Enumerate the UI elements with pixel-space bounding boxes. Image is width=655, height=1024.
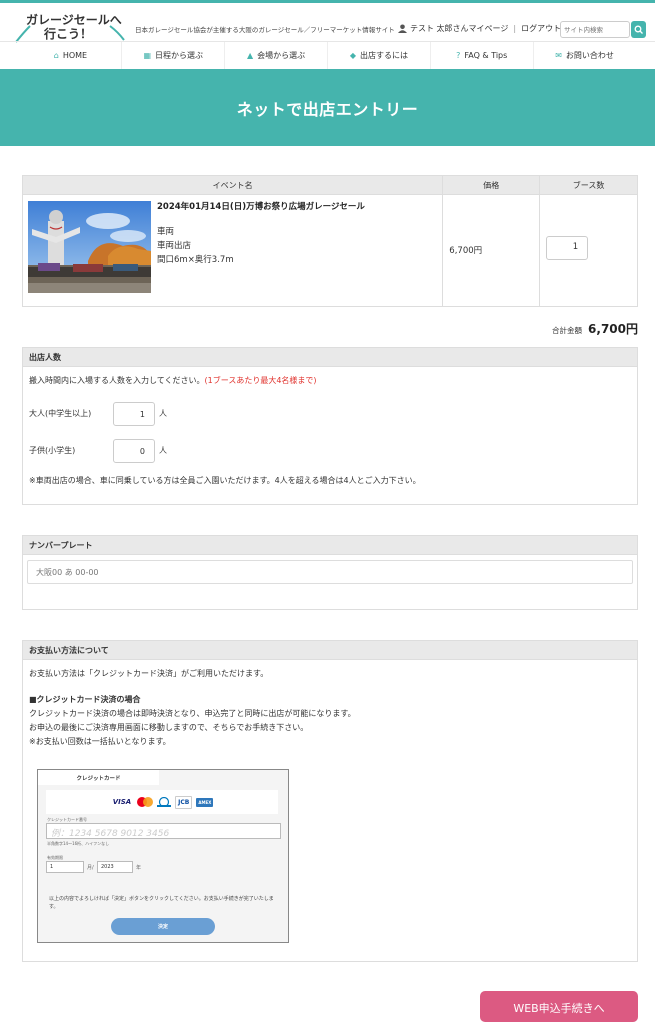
nav-label: お問い合わせ bbox=[565, 51, 614, 60]
panel-title: お支払い方法について bbox=[23, 641, 637, 660]
cc-tab: クレジットカード bbox=[38, 770, 159, 785]
cc-month-unit: 月/ bbox=[87, 865, 94, 871]
child-count-input[interactable]: 0 bbox=[113, 439, 155, 463]
nav-schedule[interactable]: ▦ 日程から選ぶ bbox=[121, 42, 224, 69]
home-icon: ⌂ bbox=[53, 51, 59, 60]
event-photo bbox=[28, 201, 151, 293]
intro-text: 搬入時間内に入場する人数を入力してください。 bbox=[29, 376, 205, 385]
page-hero: ネットで出店エントリー bbox=[0, 69, 655, 146]
nav-label: 出店するには bbox=[359, 51, 408, 60]
event-title: 2024年01月14日(日)万博お祭り広場ガレージセール bbox=[157, 202, 365, 212]
mypage-link[interactable]: テスト 太郎さんマイページ bbox=[410, 23, 508, 34]
site-search-input[interactable] bbox=[560, 21, 630, 38]
unit-label: 人 bbox=[159, 446, 167, 455]
number-plate-input[interactable]: 大阪00 あ 00-00 bbox=[27, 560, 633, 584]
cc-year-unit: 年 bbox=[136, 865, 142, 871]
col-header-booths: ブース数 bbox=[539, 175, 638, 195]
payment-line: お支払い方法は「クレジットカード決済」がご利用いただけます。 bbox=[29, 669, 269, 678]
cc-month-select: 1 bbox=[46, 861, 84, 873]
plate-panel: ナンバープレート 大阪00 あ 00-00 bbox=[22, 535, 638, 610]
user-icon bbox=[398, 24, 407, 33]
col-header-event: イベント名 bbox=[21, 175, 444, 195]
site-header: ガレージセールへ 行こう！ 日本ガレージセール協会が主催する大阪のガレージセール… bbox=[0, 3, 655, 43]
web-application-button[interactable]: WEB申込手続きへ bbox=[480, 991, 638, 1022]
mail-icon: ✉ bbox=[555, 51, 562, 60]
calendar-icon: ▦ bbox=[143, 51, 152, 60]
total-amount: 合計金額 6,700円 bbox=[552, 320, 638, 337]
search-icon bbox=[634, 25, 643, 34]
divider: | bbox=[513, 24, 517, 33]
panel-title: 出店人数 bbox=[23, 348, 637, 367]
panel-title: ナンバープレート bbox=[23, 536, 637, 555]
adult-count-input[interactable]: 1 bbox=[113, 402, 155, 426]
cc-submit-button: 決定 bbox=[111, 918, 215, 935]
event-detail: 車両 bbox=[157, 227, 175, 237]
people-panel: 出店人数 搬入時間内に入場する人数を入力してください。(1ブースあたり最大4名様… bbox=[22, 347, 638, 505]
event-info: 2024年01月14日(日)万博お祭り広場ガレージセール 車両 車両出店 間口6… bbox=[157, 200, 365, 300]
event-photo-image bbox=[28, 201, 151, 293]
question-icon: ? bbox=[456, 51, 461, 60]
user-menu: テスト 太郎さんマイページ | ログアウト bbox=[398, 23, 561, 34]
total-value: 6,700円 bbox=[588, 322, 638, 336]
visa-logo: VISA bbox=[112, 798, 132, 806]
nav-label: 会場から選ぶ bbox=[257, 51, 306, 60]
child-row: 子供(小学生) 0 人 bbox=[29, 439, 631, 463]
site-tagline: 日本ガレージセール協会が主催する大阪のガレージセール／フリーマーケット情報サイト bbox=[135, 26, 395, 34]
payment-subhead: ■クレジットカード決済の場合 bbox=[29, 695, 141, 704]
booth-quantity-input[interactable]: 1 bbox=[546, 236, 589, 260]
cc-number-hint: 半角数字14〜16桁、ハイフンなし bbox=[47, 841, 110, 846]
amex-logo: AMEX bbox=[196, 797, 214, 807]
payment-line: クレジットカード決済の場合は即時決済となり、申込完了と同時に出店が可能になります… bbox=[29, 709, 356, 718]
main-nav: ⌂ HOME ▦ 日程から選ぶ ▲ 会場から選ぶ ◆ 出店するには ? FAQ & Tip… bbox=[0, 41, 655, 69]
logo-text-line2: 行こう！ bbox=[44, 27, 93, 41]
tag-icon: ◆ bbox=[349, 51, 356, 60]
building-icon: ▲ bbox=[246, 51, 254, 60]
cart-table: イベント名 価格 ブース数 2024年01月14日(日)万博お祭り広場ガレージセ… bbox=[21, 175, 638, 307]
nav-contact[interactable]: ✉ お問い合わせ bbox=[532, 42, 636, 69]
event-detail: 車両出店 bbox=[157, 241, 192, 251]
payment-panel: お支払い方法について お支払い方法は「クレジットカード決済」がご利用いただけます… bbox=[22, 640, 638, 962]
credit-card-form-preview: クレジットカード VISA JCB AMEX クレジットカード番号 例：1234… bbox=[37, 769, 289, 943]
adult-label: 大人(中学生以上) bbox=[29, 409, 92, 418]
people-note: ※車両出店の場合、車に同乗している方は全員ご入園いただけます。4人を超える場合は… bbox=[29, 476, 421, 485]
nav-home[interactable]: ⌂ HOME bbox=[20, 42, 122, 69]
intro-limit-note: (1ブースあたり最大4名様まで) bbox=[204, 376, 317, 385]
payment-line: お申込の最後にご決済専用画面に移動しますので、そちらでお手続き下さい。 bbox=[29, 723, 309, 732]
unit-label: 人 bbox=[159, 409, 167, 418]
people-intro: 搬入時間内に入場する人数を入力してください。(1ブースあたり最大4名様まで) bbox=[29, 374, 631, 388]
payment-line: ※お支払い回数は一括払いとなります。 bbox=[29, 737, 171, 746]
event-cell: 2024年01月14日(日)万博お祭り広場ガレージセール 車両 車両出店 間口6… bbox=[21, 194, 444, 307]
cc-number-input: 例：1234 5678 9012 3456 bbox=[46, 823, 281, 839]
col-header-price: 価格 bbox=[442, 175, 541, 195]
nav-venue[interactable]: ▲ 会場から選ぶ bbox=[224, 42, 327, 69]
nav-faq[interactable]: ? FAQ & Tips bbox=[429, 42, 533, 69]
price-cell: 6,700円 bbox=[442, 194, 541, 307]
nav-exhibit[interactable]: ◆ 出店するには bbox=[326, 42, 430, 69]
mastercard-logo bbox=[137, 797, 154, 807]
booths-cell: 1 bbox=[539, 194, 638, 307]
nav-label: 日程から選ぶ bbox=[155, 51, 204, 60]
child-label: 子供(小学生) bbox=[29, 446, 76, 455]
site-logo[interactable]: ガレージセールへ 行こう！ bbox=[14, 11, 126, 43]
diners-logo bbox=[157, 797, 172, 807]
page-title: ネットで出店エントリー bbox=[236, 99, 419, 119]
search-button[interactable] bbox=[631, 21, 646, 38]
adult-row: 大人(中学生以上) 1 人 bbox=[29, 402, 631, 426]
cc-year-select: 2023 bbox=[97, 861, 133, 873]
table-row: 2024年01月14日(日)万博お祭り広場ガレージセール 車両 車両出店 間口6… bbox=[21, 194, 638, 307]
logout-link[interactable]: ログアウト bbox=[521, 23, 561, 34]
card-brand-logos: VISA JCB AMEX bbox=[46, 790, 278, 814]
jcb-logo: JCB bbox=[175, 795, 193, 809]
nav-label: FAQ & Tips bbox=[464, 51, 508, 60]
total-label: 合計金額 bbox=[552, 326, 583, 335]
nav-label: HOME bbox=[62, 51, 88, 60]
cc-note: 以上の内容でよろしければ「決定」ボタンをクリックしてください。お支払い手続きが完… bbox=[49, 896, 274, 910]
event-detail: 間口6m×奥行3.7m bbox=[157, 255, 234, 265]
